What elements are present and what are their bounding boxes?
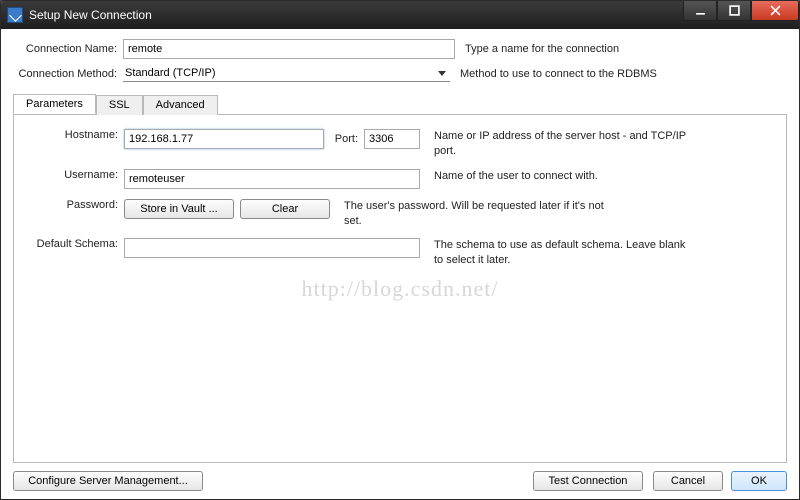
maximize-button[interactable] [717, 1, 751, 21]
params-tabframe: Parameters SSL Advanced http://blog.csdn… [13, 114, 787, 463]
password-desc: The user's password. Will be requested l… [344, 199, 604, 229]
app-icon [7, 7, 23, 23]
store-in-vault-button[interactable]: Store in Vault ... [124, 199, 234, 219]
connection-name-hint: Type a name for the connection [465, 43, 787, 55]
chevron-down-icon [438, 71, 446, 76]
close-button[interactable] [751, 1, 799, 21]
tab-ssl[interactable]: SSL [96, 95, 143, 115]
connection-method-value: Standard (TCP/IP) [123, 65, 438, 81]
default-schema-desc: The schema to use as default schema. Lea… [434, 238, 694, 268]
connection-method-dropdown[interactable]: Standard (TCP/IP) [123, 65, 450, 82]
default-schema-label: Default Schema: [24, 238, 124, 250]
port-input[interactable] [364, 129, 420, 149]
tab-parameters[interactable]: Parameters [13, 94, 96, 114]
password-label: Password: [24, 199, 124, 211]
default-schema-input[interactable] [124, 238, 420, 258]
tab-advanced[interactable]: Advanced [143, 95, 218, 115]
username-label: Username: [24, 169, 124, 181]
hostname-input[interactable] [124, 129, 324, 149]
connection-method-hint: Method to use to connect to the RDBMS [460, 68, 787, 80]
dialog-window: Setup New Connection Connection Name: Ty… [0, 0, 800, 500]
window-title: Setup New Connection [29, 8, 683, 22]
cancel-button[interactable]: Cancel [653, 471, 723, 491]
watermark-text: http://blog.csdn.net/ [302, 276, 499, 302]
connection-method-label: Connection Method: [13, 68, 123, 80]
ok-button[interactable]: OK [731, 471, 787, 491]
username-input[interactable] [124, 169, 420, 189]
tabstrip: Parameters SSL Advanced [13, 94, 218, 114]
clear-password-button[interactable]: Clear [240, 199, 330, 219]
hostname-desc: Name or IP address of the server host - … [434, 129, 694, 159]
username-desc: Name of the user to connect with. [434, 169, 694, 184]
dialog-footer: Configure Server Management... Test Conn… [13, 463, 787, 491]
titlebar[interactable]: Setup New Connection [1, 1, 799, 29]
configure-server-management-button[interactable]: Configure Server Management... [13, 471, 203, 491]
connection-name-label: Connection Name: [13, 43, 123, 55]
dialog-content: Connection Name: Type a name for the con… [1, 29, 799, 499]
port-label: Port: [324, 133, 364, 145]
test-connection-button[interactable]: Test Connection [533, 471, 643, 491]
hostname-label: Hostname: [24, 129, 124, 141]
connection-name-input[interactable] [123, 39, 455, 59]
minimize-button[interactable] [683, 1, 717, 21]
window-controls [683, 1, 799, 29]
